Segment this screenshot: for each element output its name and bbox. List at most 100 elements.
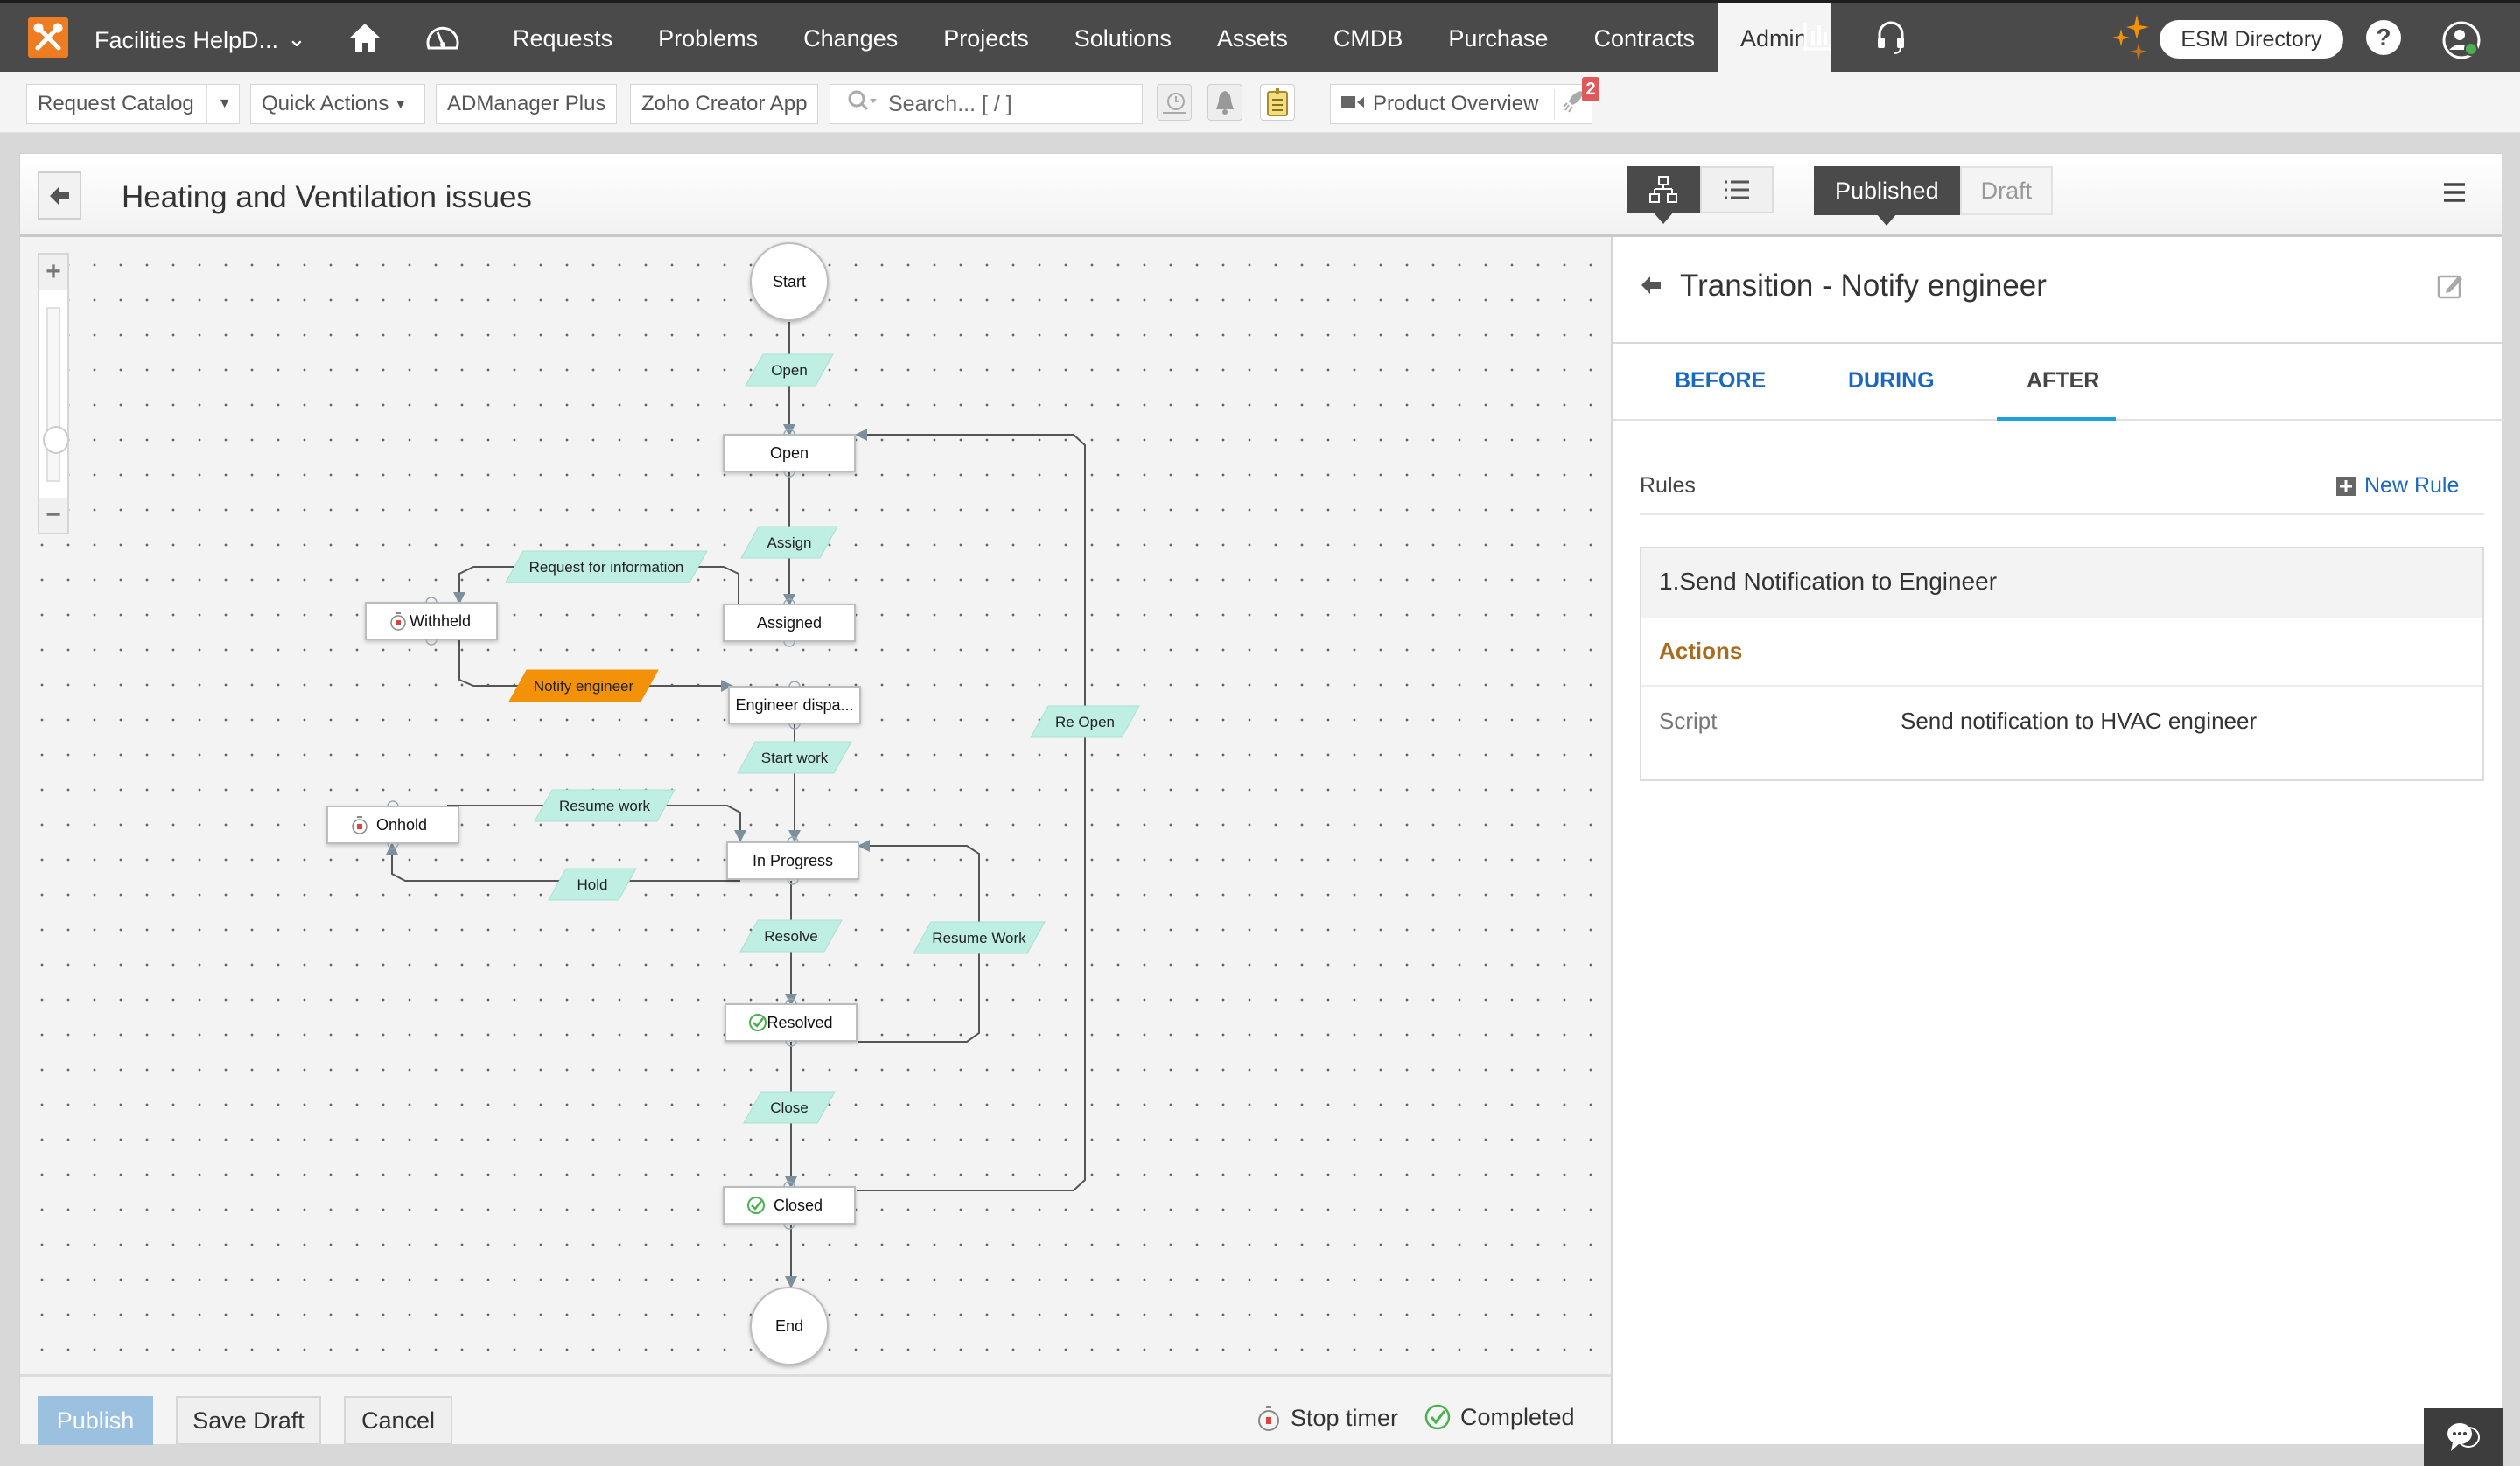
- quick-actions-button[interactable]: Quick Actions ▼: [250, 84, 425, 124]
- status-node-assigned[interactable]: Assigned: [723, 598, 856, 647]
- transition-t_close[interactable]: Close: [743, 1091, 836, 1124]
- legend-completed-label: Completed: [1460, 1403, 1575, 1430]
- reminders-clock-icon[interactable]: [1157, 84, 1192, 121]
- editor-footer: Publish Save Draft Cancel Stop timer Com…: [20, 1374, 1611, 1445]
- status-node-open[interactable]: Open: [723, 429, 856, 478]
- product-overview-button[interactable]: Product Overview: [1330, 84, 1592, 124]
- search-icon[interactable]: [848, 90, 878, 119]
- nav-changes[interactable]: Changes: [780, 3, 920, 72]
- status-node-onhold[interactable]: Onhold: [326, 800, 459, 849]
- connector-line[interactable]: [855, 429, 1086, 1191]
- publish-state-toggle: Published Draft: [1814, 166, 2054, 226]
- save-draft-button[interactable]: Save Draft: [176, 1396, 321, 1445]
- nav-assets[interactable]: Assets: [1194, 3, 1311, 72]
- transition-label: Re Open: [1055, 714, 1115, 730]
- status-node-start[interactable]: Start: [750, 242, 829, 321]
- admanager-plus-button[interactable]: ADManager Plus: [436, 84, 618, 124]
- status-node-resolved[interactable]: Resolved: [724, 998, 858, 1047]
- tab-after[interactable]: AFTER: [2026, 368, 2099, 394]
- request-catalog-label: Request Catalog: [38, 92, 194, 115]
- hamburger-menu-icon[interactable]: [2442, 180, 2467, 209]
- reports-icon[interactable]: [1802, 20, 1834, 52]
- transition-t_resolve[interactable]: Resolve: [739, 919, 843, 953]
- esm-directory-button[interactable]: ESM Directory: [2160, 20, 2343, 59]
- panel-back-arrow-icon[interactable]: [1640, 274, 1662, 301]
- plus-square-icon: [2336, 476, 2356, 496]
- transition-label: Hold: [578, 876, 608, 893]
- transition-label: Resolve: [764, 928, 817, 945]
- zoom-out-button[interactable]: −: [39, 498, 67, 533]
- published-tab[interactable]: Published: [1814, 166, 1960, 226]
- rule-card[interactable]: 1.Send Notification to Engineer Actions …: [1640, 547, 2484, 781]
- transition-t_resume1[interactable]: Resume work: [534, 789, 676, 822]
- nav-contracts[interactable]: Contracts: [1571, 3, 1718, 72]
- transition-t_open[interactable]: Open: [745, 353, 834, 387]
- caret-down-icon[interactable]: ▼: [206, 85, 232, 123]
- tasks-clipboard-icon[interactable]: [1260, 84, 1295, 121]
- quick-actions-label: Quick Actions: [262, 92, 389, 115]
- home-icon[interactable]: [348, 22, 382, 58]
- instance-name[interactable]: Facilities HelpD...: [94, 27, 278, 54]
- new-rule-button[interactable]: New Rule: [2336, 473, 2459, 499]
- esm-stars-icon: [2109, 13, 2152, 66]
- edit-icon[interactable]: [2436, 272, 2464, 304]
- request-catalog-button[interactable]: Request Catalog ▼: [26, 84, 240, 124]
- zoom-in-button[interactable]: +: [39, 255, 67, 290]
- diagram-view-button[interactable]: [1627, 166, 1700, 224]
- action-type: Script: [1659, 708, 1718, 734]
- status-node-withheld[interactable]: Withheld: [365, 597, 498, 646]
- status-label: Onhold: [376, 816, 427, 834]
- transition-details-panel: Transition - Notify engineer BEFORE DURI…: [1611, 237, 2504, 1444]
- transition-label: Request for information: [529, 559, 684, 576]
- transition-t_assign[interactable]: Assign: [740, 526, 838, 559]
- whats-new-rocket-icon[interactable]: [1554, 88, 1585, 120]
- workflow-canvas[interactable]: Start Open Assigned Withheld Engineer dispa.…: [20, 237, 1611, 1374]
- headset-icon[interactable]: [1876, 20, 1906, 55]
- transition-t_rfi[interactable]: Request for information: [505, 550, 708, 583]
- status-label: Assigned: [757, 614, 822, 632]
- rule-actions-label: Actions: [1642, 618, 2482, 687]
- transition-t_hold[interactable]: Hold: [548, 868, 637, 901]
- status-node-end[interactable]: End: [750, 1287, 829, 1365]
- list-view-button[interactable]: [1700, 166, 1774, 213]
- cancel-button[interactable]: Cancel: [344, 1396, 452, 1445]
- chat-button[interactable]: [2424, 1408, 2502, 1466]
- nav-problems[interactable]: Problems: [635, 3, 780, 72]
- transition-t_reopen[interactable]: Re Open: [1030, 705, 1140, 738]
- instance-switcher-chevron-down-icon[interactable]: ⌄: [287, 25, 306, 52]
- rules-label: Rules: [1640, 473, 1696, 498]
- zoho-creator-button[interactable]: Zoho Creator App: [630, 84, 819, 124]
- nav-purchase[interactable]: Purchase: [1425, 3, 1571, 72]
- dashboard-icon[interactable]: [425, 22, 460, 59]
- zoom-slider-track[interactable]: [46, 307, 60, 482]
- completed-check-icon: [1424, 1404, 1451, 1430]
- publish-button[interactable]: Publish: [38, 1396, 153, 1445]
- global-search-input[interactable]: Search... [ / ]: [830, 84, 1143, 124]
- draft-tab[interactable]: Draft: [1959, 166, 2054, 215]
- status-node-closed[interactable]: Closed: [723, 1181, 856, 1230]
- status-label: Closed: [774, 1197, 822, 1214]
- app-logo[interactable]: [28, 17, 68, 58]
- help-icon[interactable]: ?: [2366, 20, 2401, 55]
- nav-cmdb[interactable]: CMDB: [1311, 3, 1426, 72]
- back-button[interactable]: [38, 171, 81, 220]
- rule-title: 1.Send Notification to Engineer: [1642, 548, 2482, 618]
- nav-requests[interactable]: Requests: [490, 3, 635, 72]
- transition-label: Open: [771, 362, 808, 379]
- status-node-inprogress[interactable]: In Progress: [726, 836, 859, 885]
- transition-t_start[interactable]: Start work: [737, 741, 852, 774]
- user-profile-icon[interactable]: [2441, 20, 2482, 65]
- tab-during[interactable]: DURING: [1848, 368, 1935, 394]
- notifications-bell-icon[interactable]: [1208, 84, 1242, 121]
- status-label: Start: [773, 273, 806, 290]
- status-node-dispatched[interactable]: Engineer dispa...: [728, 681, 861, 730]
- action-value: Send notification to HVAC engineer: [1900, 708, 2258, 734]
- tab-before[interactable]: BEFORE: [1675, 368, 1766, 394]
- nav-projects[interactable]: Projects: [920, 3, 1052, 72]
- list-icon: [1725, 180, 1749, 199]
- zoom-slider-handle[interactable]: [43, 426, 69, 454]
- transition-t_notify[interactable]: Notify engineer: [508, 669, 659, 702]
- nav-solutions[interactable]: Solutions: [1052, 3, 1194, 72]
- chat-bubbles-icon: [2447, 1423, 2480, 1451]
- transition-t_resume2[interactable]: Resume Work: [913, 921, 1046, 954]
